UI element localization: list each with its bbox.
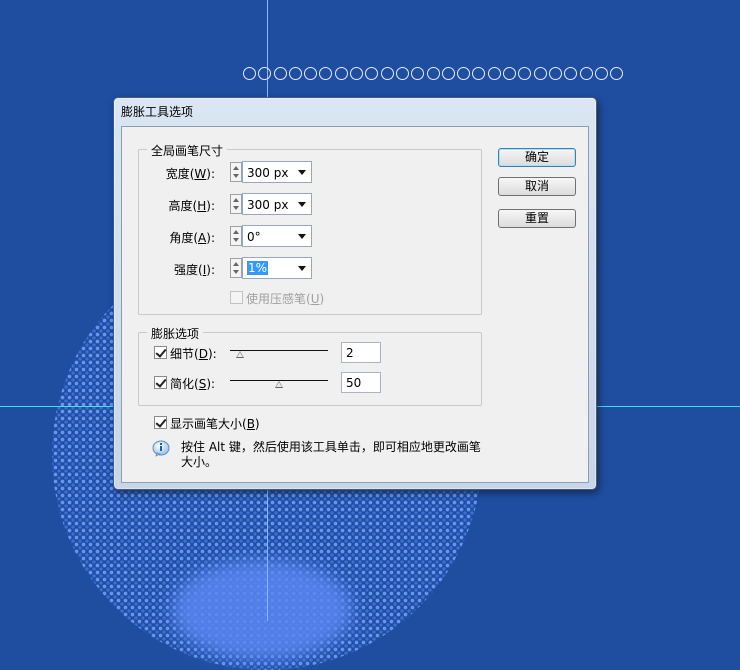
chevron-down-icon[interactable] <box>298 202 306 207</box>
chevron-down-icon[interactable] <box>298 234 306 239</box>
width-value: 300 px <box>247 166 289 180</box>
circle-row-artwork <box>243 67 625 83</box>
width-label: 宽度(W): <box>165 167 215 181</box>
angle-label: 角度(A): <box>169 231 215 245</box>
height-value: 300 px <box>247 198 289 212</box>
tip-text: 按住 Alt 键，然后使用该工具单击，即可相应地更改画笔大小。 <box>181 440 481 469</box>
show-brush-size-label: 显示画笔大小(B) <box>170 417 260 431</box>
dialog-titlebar[interactable]: 膨胀工具选项 <box>114 98 596 122</box>
global-brush-size-group: 全局画笔尺寸 宽度(W): 300 px 高度(H): 300 px 角度(A)… <box>138 142 482 315</box>
simplify-checkbox[interactable] <box>154 376 167 389</box>
bloat-tool-options-dialog: 膨胀工具选项 全局画笔尺寸 宽度(W): 300 px 高度(H): 300 p… <box>113 97 597 490</box>
chevron-down-icon[interactable] <box>298 170 306 175</box>
simplify-input[interactable]: 50 <box>341 372 381 393</box>
angle-value: 0° <box>247 230 261 244</box>
use-pressure-pen-label: 使用压感笔(U) <box>246 292 325 306</box>
intensity-value[interactable]: 1% <box>247 261 269 275</box>
global-brush-size-legend: 全局画笔尺寸 <box>147 142 228 159</box>
detail-slider-track[interactable] <box>230 350 328 351</box>
intensity-label: 强度(I): <box>174 263 215 277</box>
simplify-label: 简化(S): <box>170 377 216 391</box>
show-brush-size-checkbox[interactable] <box>154 416 167 429</box>
intensity-combo[interactable]: 1% <box>242 257 312 279</box>
angle-spinner[interactable] <box>230 226 242 246</box>
bloat-options-group: 膨胀选项 细节(D): 2 简化(S): 50 <box>138 325 482 406</box>
angle-combo[interactable]: 0° <box>242 225 312 247</box>
width-combo[interactable]: 300 px <box>242 161 312 183</box>
detail-input[interactable]: 2 <box>341 342 381 363</box>
info-icon <box>152 440 170 457</box>
bloat-options-legend: 膨胀选项 <box>147 325 204 342</box>
height-combo[interactable]: 300 px <box>242 193 312 215</box>
height-spinner[interactable] <box>230 194 242 214</box>
reset-button[interactable]: 重置 <box>498 209 576 228</box>
use-pressure-pen-checkbox[interactable] <box>230 291 243 304</box>
detail-slider-thumb[interactable] <box>235 351 244 358</box>
intensity-spinner[interactable] <box>230 258 242 278</box>
simplify-slider-thumb[interactable] <box>275 381 283 388</box>
detail-checkbox[interactable] <box>154 346 167 359</box>
detail-label: 细节(D): <box>170 347 217 361</box>
height-label: 高度(H): <box>168 199 215 213</box>
dialog-title: 膨胀工具选项 <box>121 105 194 119</box>
dialog-client-area: 全局画笔尺寸 宽度(W): 300 px 高度(H): 300 px 角度(A)… <box>121 126 589 483</box>
chevron-down-icon[interactable] <box>298 266 306 271</box>
cancel-button[interactable]: 取消 <box>498 177 576 196</box>
width-spinner[interactable] <box>230 162 242 182</box>
artwork-highlight <box>172 560 352 660</box>
ok-button[interactable]: 确定 <box>498 148 576 167</box>
